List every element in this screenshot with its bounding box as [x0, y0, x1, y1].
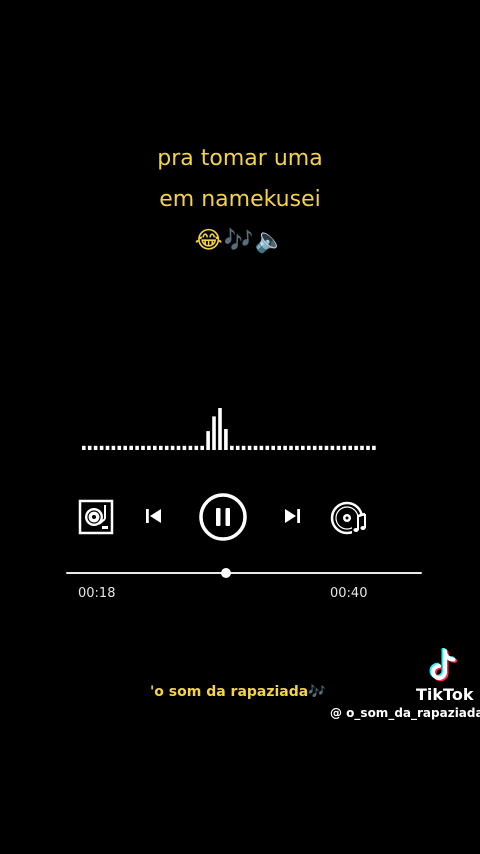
previous-button[interactable]: [143, 505, 165, 527]
visualizer-bar: [277, 445, 281, 450]
visualizer-bar: [218, 408, 222, 450]
visualizer-bar: [360, 445, 364, 450]
progress-knob[interactable]: [221, 568, 232, 578]
audio-visualizer: [82, 408, 376, 450]
total-time: 00:40: [330, 586, 368, 601]
visualizer-bar: [224, 429, 228, 450]
music-disc-icon[interactable]: [330, 500, 368, 536]
visualizer-bar: [259, 445, 264, 450]
visualizer-bar: [82, 445, 86, 450]
visualizer-bar: [348, 445, 352, 450]
lyric-emojis: 😂🎶🔈: [194, 226, 286, 254]
visualizer-bar: [117, 445, 122, 450]
visualizer-bar: [324, 445, 329, 450]
visualizer-bar: [129, 445, 133, 450]
visualizer-bar: [111, 445, 116, 450]
lyric-line-1: pra tomar uma: [157, 146, 323, 171]
caption-text: 'o som da rapaziada🎶: [150, 684, 326, 700]
pause-icon: [199, 493, 247, 541]
visualizer-bar: [289, 445, 293, 450]
visualizer-bar: [170, 445, 175, 450]
visualizer-bar: [318, 445, 323, 450]
visualizer-bar: [336, 445, 341, 450]
visualizer-bar: [235, 445, 240, 450]
visualizer-bar: [164, 445, 169, 450]
tiktok-handle: @ o_som_da_rapaziada: [330, 706, 480, 720]
visualizer-bar: [312, 445, 317, 450]
visualizer-bar: [301, 445, 305, 450]
visualizer-bar: [247, 445, 252, 450]
visualizer-bar: [176, 445, 181, 450]
visualizer-bar: [283, 445, 287, 450]
visualizer-bar: [342, 445, 347, 450]
pause-button[interactable]: [198, 492, 248, 542]
visualizer-bar: [241, 445, 246, 450]
visualizer-bar: [135, 445, 139, 450]
visualizer-bar: [105, 445, 110, 450]
visualizer-bar: [206, 431, 210, 450]
visualizer-bar: [123, 445, 127, 450]
visualizer-bar: [93, 445, 98, 450]
visualizer-bar: [230, 445, 234, 450]
visualizer-bar: [354, 445, 358, 450]
visualizer-bar: [188, 445, 193, 450]
lyric-line-2: em namekusei: [159, 187, 321, 212]
visualizer-bar: [330, 445, 335, 450]
visualizer-bar: [295, 445, 299, 450]
tiktok-logo-icon: [428, 647, 460, 684]
visualizer-bar: [153, 445, 157, 450]
visualizer-bar: [194, 445, 199, 450]
visualizer-bar: [200, 445, 204, 450]
visualizer-bar: [271, 445, 275, 450]
previous-icon: [146, 509, 161, 523]
visualizer-bar: [212, 416, 216, 450]
tiktok-wordmark: TikTok: [416, 685, 474, 704]
visualizer-bar: [366, 445, 370, 450]
visualizer-bar: [87, 445, 92, 450]
visualizer-bar: [159, 445, 163, 450]
visualizer-bar: [372, 445, 376, 450]
next-icon: [285, 509, 300, 523]
next-button[interactable]: [281, 505, 303, 527]
visualizer-bar: [253, 445, 258, 450]
current-time: 00:18: [78, 586, 116, 601]
visualizer-bar: [147, 445, 151, 450]
turntable-icon[interactable]: [78, 499, 114, 535]
visualizer-bar: [307, 445, 311, 450]
visualizer-bar: [99, 445, 104, 450]
progress-track[interactable]: [66, 572, 422, 574]
visualizer-bar: [141, 445, 145, 450]
visualizer-bar: [265, 445, 270, 450]
visualizer-bar: [182, 445, 187, 450]
